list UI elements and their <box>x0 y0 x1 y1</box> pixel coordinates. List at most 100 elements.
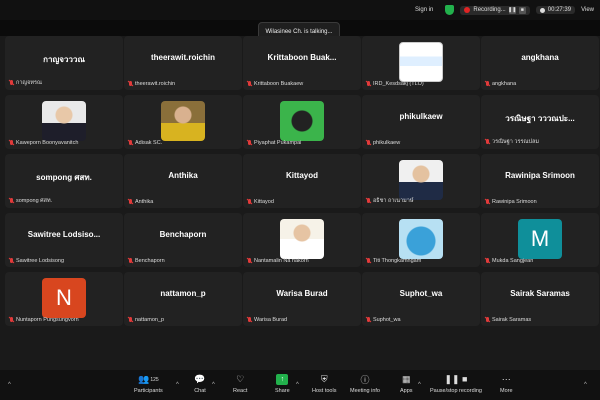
participant-label-text: Titi Thongkamngam <box>373 258 422 264</box>
view-button[interactable]: View <box>581 7 594 13</box>
participant-label-text: กาญจทรณ <box>16 80 43 86</box>
participant-display-name: Rawinipa Srimoon <box>505 171 575 180</box>
participant-label-text: phikulkaew <box>373 140 401 146</box>
participant-tile[interactable]: Rawinipa Srimoon Rawinipa Srimoon <box>481 154 599 208</box>
pause-stop-label: Pause/stop recording <box>430 388 482 394</box>
muted-mic-icon <box>9 317 14 323</box>
participant-label: sompong ศสท. <box>9 197 52 205</box>
participant-tile[interactable]: กาญจวววณกาญจทรณ <box>5 36 123 90</box>
participants-label: Participants <box>134 388 163 394</box>
share-screen-icon: ↑ <box>276 374 289 385</box>
participant-display-name: กาญจวววณ <box>43 55 85 64</box>
chat-button[interactable]: 💬 Chat <box>194 374 206 398</box>
share-button[interactable]: ↑ Share <box>275 374 290 398</box>
muted-mic-icon <box>485 199 490 205</box>
encryption-shield-icon[interactable] <box>445 5 455 15</box>
participant-tile[interactable]: theerawit.roichin theerawit.roichin <box>124 36 242 90</box>
sign-in-link[interactable]: Sign in <box>415 7 433 13</box>
participant-label: Mukda Sangjean <box>485 258 533 264</box>
muted-mic-icon <box>9 198 14 204</box>
chevron-up-right-icon[interactable]: ^ <box>584 382 587 388</box>
participant-label: Nuntaporn Pungsungvorn <box>9 317 79 323</box>
top-bar: Sign in Recording... ❚❚ ■ 00:27:39 View <box>0 0 600 20</box>
share-caret-icon[interactable]: ^ <box>296 382 299 388</box>
participant-label-text: Krittaboon Buakaew <box>254 81 304 87</box>
recording-indicator[interactable]: Recording... ❚❚ ■ <box>460 5 530 15</box>
participants-caret-icon[interactable]: ^ <box>176 382 179 388</box>
apps-button[interactable]: ▦ Apps <box>400 374 413 398</box>
apps-caret-icon[interactable]: ^ <box>418 382 421 388</box>
participant-tile[interactable]: Warisa Burad Warisa Burad <box>243 272 361 326</box>
meeting-info-label: Meeting info <box>350 388 380 394</box>
recording-label: Recording... <box>473 7 506 13</box>
stop-recording-icon[interactable]: ■ <box>518 6 526 14</box>
participant-label-text: Sairak Saramas <box>492 317 532 323</box>
participant-tile[interactable]: Kaweporn Boonyavanitch <box>5 95 123 149</box>
participant-label: Kaweporn Boonyavanitch <box>9 140 78 146</box>
participant-tile[interactable]: sompong ศสท. sompong ศสท. <box>5 154 123 208</box>
participant-tile[interactable]: Adisak SC. <box>124 95 242 149</box>
participant-tile[interactable]: อธิชา ถาเนามาษ์ <box>362 154 480 208</box>
participant-label-text: Adisak SC. <box>135 140 163 146</box>
muted-mic-icon <box>485 317 490 323</box>
participant-video <box>280 219 324 259</box>
participant-tile[interactable]: Titi Thongkamngam <box>362 213 480 267</box>
participant-tile[interactable]: Kittayod Kittayod <box>243 154 361 208</box>
participant-label: Kittayod <box>247 199 274 205</box>
muted-mic-icon <box>247 258 252 264</box>
participant-label: วรณิษฐา วรรณปลม <box>485 138 539 146</box>
participant-label-text: Rawinipa Srimoon <box>492 199 537 205</box>
participant-tile[interactable]: phikulkaew phikulkaew <box>362 95 480 149</box>
participants-button[interactable]: 👥 125 Participants <box>134 374 163 398</box>
participant-tile[interactable]: M Mukda Sangjean <box>481 213 599 267</box>
participant-label: angkhana <box>485 81 516 87</box>
participant-label: Suphot_wa <box>366 317 401 323</box>
participant-tile[interactable]: Nantamalin Na nakorn <box>243 213 361 267</box>
participant-label: Krittaboon Buakaew <box>247 81 303 87</box>
more-button[interactable]: ⋯ More <box>500 374 513 398</box>
participant-display-name: angkhana <box>521 53 559 62</box>
participant-tile[interactable]: IRD_Kesdsak​j (TLO) <box>362 36 480 90</box>
muted-mic-icon <box>9 80 14 86</box>
host-tools-button[interactable]: ⛨ Host tools <box>312 374 336 398</box>
pause-recording-icon[interactable]: ❚❚ <box>508 6 516 14</box>
participant-tile[interactable]: Krittaboon Buak... Krittaboon Buakaew <box>243 36 361 90</box>
apps-icon: ▦ <box>402 374 411 384</box>
participant-tile[interactable]: Piyaphat Pukampai <box>243 95 361 149</box>
participant-label: Piyaphat Pukampai <box>247 140 301 146</box>
muted-mic-icon <box>247 199 252 205</box>
share-label: Share <box>275 388 290 394</box>
muted-mic-icon <box>366 198 371 204</box>
participant-display-name: theerawit.roichin <box>150 53 215 62</box>
participant-tile[interactable]: Sairak Saramas Sairak Saramas <box>481 272 599 326</box>
participant-display-name: Kittayod <box>286 171 318 180</box>
participant-tile[interactable]: nattamon_p nattamon_p <box>124 272 242 326</box>
chat-caret-icon[interactable]: ^ <box>212 382 215 388</box>
participant-label: phikulkaew <box>366 140 400 146</box>
participant-tile[interactable]: Anthika Anthika <box>124 154 242 208</box>
participant-tile[interactable]: Suphot_wa Suphot_wa <box>362 272 480 326</box>
participant-tile[interactable]: angkhana angkhana <box>481 36 599 90</box>
participant-display-name: Sawitree Lodsiso... <box>27 230 101 239</box>
pause-stop-recording-button[interactable]: ❚❚ ■ Pause/stop recording <box>430 374 482 398</box>
muted-mic-icon <box>366 81 371 87</box>
host-tools-label: Host tools <box>312 388 337 394</box>
participant-video <box>399 160 443 200</box>
gallery-view: กาญจวววณ กาญจทรณ theerawit.roichin theerawi… <box>0 36 600 370</box>
heart-icon: ♡ <box>236 374 245 384</box>
top-bar-right: Sign in Recording... ❚❚ ■ 00:27:39 View <box>415 3 594 17</box>
participant-tile[interactable]: วรณิษฐา วววณปะ... วรณิษฐา วรรณปลม <box>481 95 599 149</box>
meeting-info-button[interactable]: ⓘ Meeting info <box>350 374 380 398</box>
participant-label-text: theerawit.roichin <box>135 81 176 87</box>
participants-icon: 👥 125 <box>138 374 159 384</box>
participant-video <box>42 101 86 141</box>
react-button[interactable]: ♡ React <box>233 374 247 398</box>
participant-label: Warisa Burad <box>247 317 287 323</box>
participant-tile[interactable]: Benchaporn Benchaporn <box>124 213 242 267</box>
chevron-up-icon[interactable]: ^ <box>8 382 11 388</box>
muted-mic-icon <box>128 199 133 205</box>
participant-tile[interactable]: Sawitree Lodsiso... Sawitree Lodsisong <box>5 213 123 267</box>
participant-label: theerawit.roichin <box>128 81 175 87</box>
participant-label-text: Sawitree Lodsisong <box>16 258 65 264</box>
participant-tile[interactable]: N Nuntaporn Pungsungvorn <box>5 272 123 326</box>
